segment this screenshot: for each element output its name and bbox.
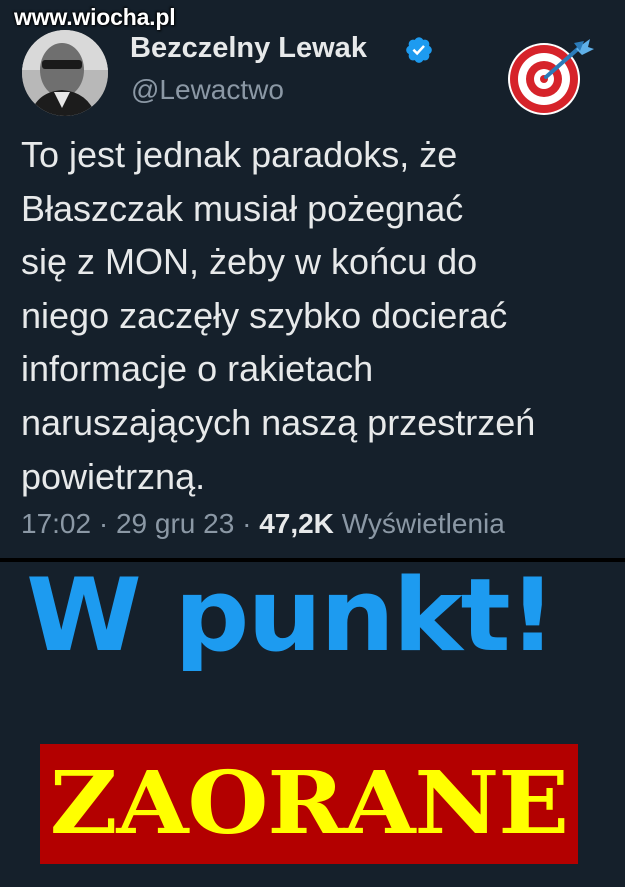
tweet-text-line: naruszających naszą przestrzeń [21, 401, 536, 443]
avatar-image [22, 30, 108, 116]
tweet-text: To jest jednak paradoks, że Błaszczak mu… [21, 128, 616, 503]
tweet-text-line: informacje o rakietach [21, 348, 374, 390]
author-name[interactable]: Bezczelny Lewak [130, 32, 367, 65]
target-dart-icon [508, 39, 594, 115]
tweet-date[interactable]: 29 gru 23 [116, 508, 234, 539]
meta-separator: · [242, 508, 252, 539]
tweet-text-line: niego zaczęły szybko docierać [21, 294, 508, 336]
tweet-text-line: się z MON, żeby w końcu do [21, 241, 478, 283]
tweet-card: Bezczelny Lewak @Lewactwo To jest jednak… [0, 0, 625, 558]
zaorane-banner-text: ZAORANE [49, 753, 569, 854]
meta-separator: · [98, 508, 109, 539]
tweet-time[interactable]: 17:02 [21, 508, 91, 539]
zaorane-banner: ZAORANE [40, 744, 578, 864]
tweet-text-line: Błaszczak musiał pożegnać [21, 187, 464, 229]
views-count: 47,2K [259, 508, 334, 539]
author-handle[interactable]: @Lewactwo [131, 74, 284, 106]
site-watermark: www.wiocha.pl [14, 4, 176, 30]
views-label: Wyświetlenia [341, 508, 505, 539]
tweet-meta: 17:02 · 29 gru 23 · 47,2K Wyświetlenia [21, 508, 505, 540]
tweet-text-line: powietrzną. [21, 455, 206, 497]
tweet-text-line: To jest jednak paradoks, że [21, 134, 458, 175]
headline-w-punkt: W punkt! [26, 556, 557, 674]
avatar[interactable] [22, 30, 108, 116]
verified-badge-icon [406, 37, 432, 63]
